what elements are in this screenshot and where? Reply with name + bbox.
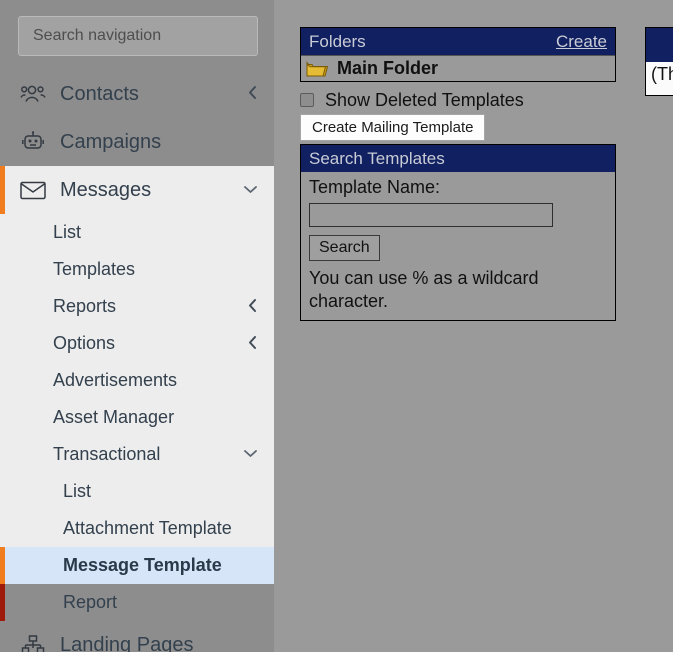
create-folder-link[interactable]: Create — [556, 28, 607, 55]
sidebar-item-options[interactable]: Options — [0, 325, 274, 362]
search-button[interactable]: Search — [309, 235, 380, 261]
sidebar-item-label: Options — [53, 333, 116, 353]
sidebar-item-label: Transactional — [53, 444, 161, 464]
sidebar-item-label: Messages — [60, 178, 152, 201]
sidebar-item-label: Reports — [53, 296, 117, 316]
show-deleted-templates-label: Show Deleted Templates — [325, 89, 524, 110]
wildcard-hint: You can use % as a wildcard character. — [309, 268, 539, 312]
robot-icon — [18, 129, 48, 155]
sidebar-item-list[interactable]: List — [0, 473, 274, 510]
sidebar-item-reports[interactable]: Reports — [0, 288, 274, 325]
sidebar-item-campaigns[interactable]: Campaigns — [0, 118, 274, 166]
app-root: Contacts Campaigns Messages List Templates Re… — [0, 0, 673, 652]
folder-icon — [306, 60, 329, 78]
sidebar-item-label: List — [53, 222, 82, 242]
search-templates-panel: Search Templates Template Name: Search Y… — [300, 144, 616, 322]
template-name-input[interactable] — [309, 203, 553, 227]
chevron-left-icon[interactable] — [247, 298, 258, 316]
sidebar-item-label: Message Template — [63, 555, 222, 575]
chevron-down-icon[interactable] — [243, 447, 258, 462]
sitemap-icon — [18, 632, 48, 652]
show-deleted-templates-checkbox[interactable] — [300, 93, 314, 107]
people-icon — [18, 81, 48, 107]
sidebar-item-label: Report — [63, 592, 118, 612]
sidebar-item-list[interactable]: List — [0, 214, 274, 251]
chevron-left-icon[interactable] — [247, 335, 258, 353]
sidebar-item-landing-pages[interactable]: Landing Pages — [0, 621, 274, 652]
search-templates-header: Search Templates — [301, 145, 615, 172]
sidebar-item-label: Advertisements — [53, 370, 178, 390]
chevron-left-icon[interactable] — [247, 85, 258, 103]
sidebar: Contacts Campaigns Messages List Templates Re… — [0, 0, 274, 652]
sidebar-item-message-template[interactable]: Message Template — [0, 547, 274, 584]
sidebar-nav-list: Contacts Campaigns Messages List Templates Re… — [0, 70, 274, 652]
show-deleted-templates-row[interactable]: Show Deleted Templates — [300, 88, 524, 112]
sidebar-item-label: Landing Pages — [60, 633, 194, 652]
search-navigation-wrap — [0, 0, 274, 56]
folder-row-main[interactable]: Main Folder — [301, 55, 615, 81]
folders-panel-title: Folders — [309, 32, 366, 51]
folders-panel-header: Folders Create — [301, 28, 615, 55]
folders-panel: Folders Create Main Folder — [300, 27, 616, 82]
folder-name: Main Folder — [337, 58, 439, 78]
template-name-label: Template Name: — [309, 177, 441, 197]
sidebar-item-transactional[interactable]: Transactional — [0, 436, 274, 473]
sidebar-item-label: List — [63, 481, 92, 501]
sidebar-item-report[interactable]: Report — [0, 584, 274, 621]
sidebar-item-label: Asset Manager — [53, 407, 175, 427]
search-templates-title: Search Templates — [309, 149, 445, 168]
right-side-panel-body: (Th — [646, 62, 673, 95]
sidebar-item-label: Templates — [53, 259, 136, 279]
envelope-icon — [18, 177, 48, 203]
right-side-panel: (Th — [645, 27, 673, 96]
sidebar-item-attachment-template[interactable]: Attachment Template — [0, 510, 274, 547]
search-navigation-input[interactable] — [18, 16, 258, 56]
main-content: Folders Create Main Folder Show Deleted … — [274, 0, 673, 652]
sidebar-item-asset-manager[interactable]: Asset Manager — [0, 399, 274, 436]
sidebar-item-advertisements[interactable]: Advertisements — [0, 362, 274, 399]
sidebar-item-label: Campaigns — [60, 130, 162, 153]
sidebar-item-contacts[interactable]: Contacts — [0, 70, 274, 118]
chevron-down-icon[interactable] — [243, 183, 258, 198]
search-templates-body: Template Name: Search You can use % as a… — [301, 172, 615, 320]
right-side-panel-header — [646, 28, 673, 62]
sidebar-item-templates[interactable]: Templates — [0, 251, 274, 288]
sidebar-item-label: Attachment Template — [63, 518, 232, 538]
create-mailing-template-button[interactable]: Create Mailing Template — [300, 114, 486, 141]
sidebar-item-label: Contacts — [60, 82, 139, 105]
sidebar-item-messages[interactable]: Messages — [0, 166, 274, 214]
